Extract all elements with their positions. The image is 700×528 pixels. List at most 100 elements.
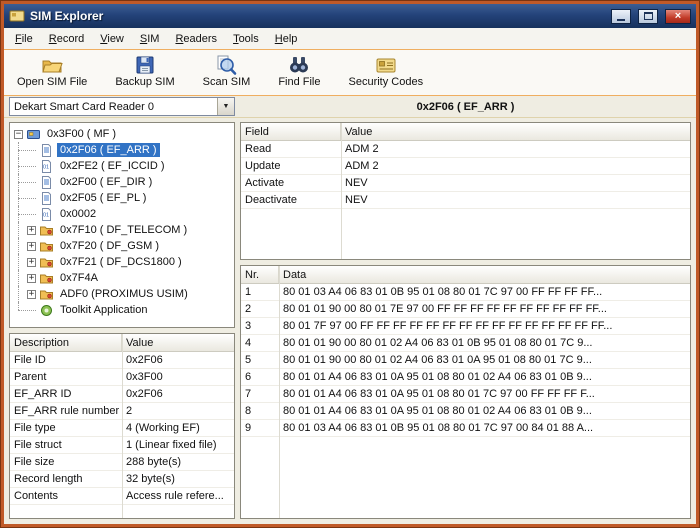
property-row[interactable]: Parent0x3F00 — [10, 369, 234, 386]
access-rule-row-value: ADM 2 — [341, 158, 690, 174]
close-button[interactable]: × — [665, 9, 691, 24]
right-column: Field Value ReadADM 2UpdateADM 2Activate… — [240, 122, 691, 519]
property-row[interactable]: EF_ARR ID0x2F06 — [10, 386, 234, 403]
folder-icon — [40, 256, 53, 269]
toolbar-button-label: Find File — [278, 76, 320, 88]
collapse-toggle-icon[interactable]: − — [14, 130, 23, 139]
menu-view[interactable]: View — [92, 29, 132, 49]
property-row[interactable]: ContentsAccess rule refere... — [10, 488, 234, 505]
find-file-button[interactable]: Find File — [273, 52, 325, 90]
tree-item-label: 0x0002 — [57, 207, 99, 221]
file-icon — [40, 144, 53, 157]
tree-item-label: Toolkit Application — [57, 303, 150, 317]
tree-item-0x7f20[interactable]: +0x7F20 ( DF_GSM ) — [12, 238, 232, 254]
tree-connector — [27, 302, 36, 318]
record-row[interactable]: 680 01 01 A4 06 83 01 0A 95 01 08 80 01 … — [241, 369, 690, 386]
record-row-key: 6 — [241, 369, 279, 385]
column-header-data[interactable]: Data — [279, 266, 690, 283]
chevron-down-icon[interactable]: ▼ — [217, 98, 234, 115]
record-row[interactable]: 580 01 01 90 00 80 01 02 A4 06 83 01 0A … — [241, 352, 690, 369]
access-rule-row[interactable]: ActivateNEV — [241, 175, 690, 192]
backup-sim-button[interactable]: Backup SIM — [110, 52, 179, 90]
tree-item-0x2f06[interactable]: 0x2F06 ( EF_ARR ) — [12, 142, 232, 158]
tree-item-0x0002[interactable]: 010x0002 — [12, 206, 232, 222]
record-row-key: 2 — [241, 301, 279, 317]
reader-select-value: Dekart Smart Card Reader 0 — [10, 101, 217, 113]
tree-item-0x7f10[interactable]: +0x7F10 ( DF_TELECOM ) — [12, 222, 232, 238]
open-sim-file-button[interactable]: Open SIM File — [12, 52, 92, 90]
record-row[interactable]: 380 01 7F 97 00 FF FF FF FF FF FF FF FF … — [241, 318, 690, 335]
column-header-description[interactable]: Description — [10, 334, 122, 351]
tree-item-0x3f00[interactable]: −0x3F00 ( MF ) — [12, 126, 232, 142]
property-row[interactable]: File ID0x2F06 — [10, 352, 234, 369]
column-header-value[interactable]: Value — [122, 334, 234, 351]
tree-item-label: 0x2F06 ( EF_ARR ) — [57, 143, 160, 157]
record-row[interactable]: 180 01 03 A4 06 83 01 0B 95 01 08 80 01 … — [241, 284, 690, 301]
binoculars-icon — [288, 54, 310, 76]
column-header-nr[interactable]: Nr. — [241, 266, 279, 283]
records-table-header: Nr. Data — [241, 266, 690, 284]
expand-toggle-icon[interactable]: + — [27, 274, 36, 283]
record-row[interactable]: 480 01 01 90 00 80 01 02 A4 06 83 01 0B … — [241, 335, 690, 352]
property-row-value: 32 byte(s) — [122, 471, 234, 487]
tree-connector — [12, 238, 25, 254]
folder-icon — [40, 288, 53, 301]
folder-icon — [40, 224, 53, 237]
tree-item-0x7f4a[interactable]: +0x7F4A — [12, 270, 232, 286]
property-row-value: 4 (Working EF) — [122, 420, 234, 436]
expand-toggle-icon[interactable]: + — [27, 242, 36, 251]
minimize-button[interactable] — [611, 9, 631, 24]
tree-connector — [12, 286, 25, 302]
tree-connector — [12, 222, 25, 238]
record-row-value: 80 01 01 90 00 80 01 02 A4 06 83 01 0B 9… — [279, 335, 690, 351]
expand-toggle-icon[interactable]: + — [27, 226, 36, 235]
access-rule-row[interactable]: DeactivateNEV — [241, 192, 690, 209]
property-row-value: 0x2F06 — [122, 352, 234, 368]
property-row-value: 1 (Linear fixed file) — [122, 437, 234, 453]
menu-file[interactable]: File — [7, 29, 41, 49]
menu-tools[interactable]: Tools — [225, 29, 267, 49]
record-row[interactable]: 980 01 03 A4 06 83 01 0B 95 01 08 80 01 … — [241, 420, 690, 437]
menu-help[interactable]: Help — [267, 29, 306, 49]
access-rule-row-key: Activate — [241, 175, 341, 191]
tree-item-0x2f00[interactable]: 0x2F00 ( EF_DIR ) — [12, 174, 232, 190]
toolbar-button-label: Scan SIM — [203, 76, 251, 88]
menu-sim[interactable]: SIM — [132, 29, 168, 49]
sim-card-icon — [27, 128, 40, 141]
record-row[interactable]: 780 01 01 A4 06 83 01 0A 95 01 08 80 01 … — [241, 386, 690, 403]
record-row[interactable]: 280 01 01 90 00 80 01 7E 97 00 FF FF FF … — [241, 301, 690, 318]
access-rule-row[interactable]: ReadADM 2 — [241, 141, 690, 158]
record-row-key: 8 — [241, 403, 279, 419]
maximize-button[interactable] — [638, 9, 658, 24]
tree-item-0x7f21[interactable]: +0x7F21 ( DF_DCS1800 ) — [12, 254, 232, 270]
record-row-value: 80 01 03 A4 06 83 01 0B 95 01 08 80 01 7… — [279, 420, 690, 436]
property-row-key: Parent — [10, 369, 122, 385]
access-table-header: Field Value — [241, 123, 690, 141]
menu-readers[interactable]: Readers — [167, 29, 225, 49]
tree-item-toolkit[interactable]: Toolkit Application — [12, 302, 232, 318]
property-row[interactable]: Record length32 byte(s) — [10, 471, 234, 488]
property-row[interactable]: EF_ARR rule number2 — [10, 403, 234, 420]
reader-select[interactable]: Dekart Smart Card Reader 0 ▼ — [9, 97, 235, 116]
app-icon — [9, 8, 25, 24]
property-row[interactable]: File type4 (Working EF) — [10, 420, 234, 437]
property-row[interactable]: File struct1 (Linear fixed file) — [10, 437, 234, 454]
expand-toggle-icon[interactable]: + — [27, 258, 36, 267]
expand-toggle-icon[interactable]: + — [27, 290, 36, 299]
titlebar[interactable]: SIM Explorer × — [4, 4, 696, 28]
file-icon — [40, 192, 53, 205]
scan-sim-button[interactable]: Scan SIM — [198, 52, 256, 90]
security-codes-button[interactable]: Security Codes — [344, 52, 429, 90]
tree-item-label: 0x7F4A — [57, 271, 101, 285]
tree-item-0x2f05[interactable]: 0x2F05 ( EF_PL ) — [12, 190, 232, 206]
record-row-value: 80 01 03 A4 06 83 01 0B 95 01 08 80 01 7… — [279, 284, 690, 300]
column-header-value[interactable]: Value — [341, 123, 690, 140]
record-row[interactable]: 880 01 01 A4 06 83 01 0A 95 01 08 80 01 … — [241, 403, 690, 420]
column-header-field[interactable]: Field — [241, 123, 341, 140]
property-row[interactable]: File size288 byte(s) — [10, 454, 234, 471]
access-rule-row[interactable]: UpdateADM 2 — [241, 158, 690, 175]
tree-connector — [12, 254, 25, 270]
tree-item-0x2fe2[interactable]: 010x2FE2 ( EF_ICCID ) — [12, 158, 232, 174]
tree-item-adf0[interactable]: +ADF0 (PROXIMUS USIM) — [12, 286, 232, 302]
menu-record[interactable]: Record — [41, 29, 92, 49]
